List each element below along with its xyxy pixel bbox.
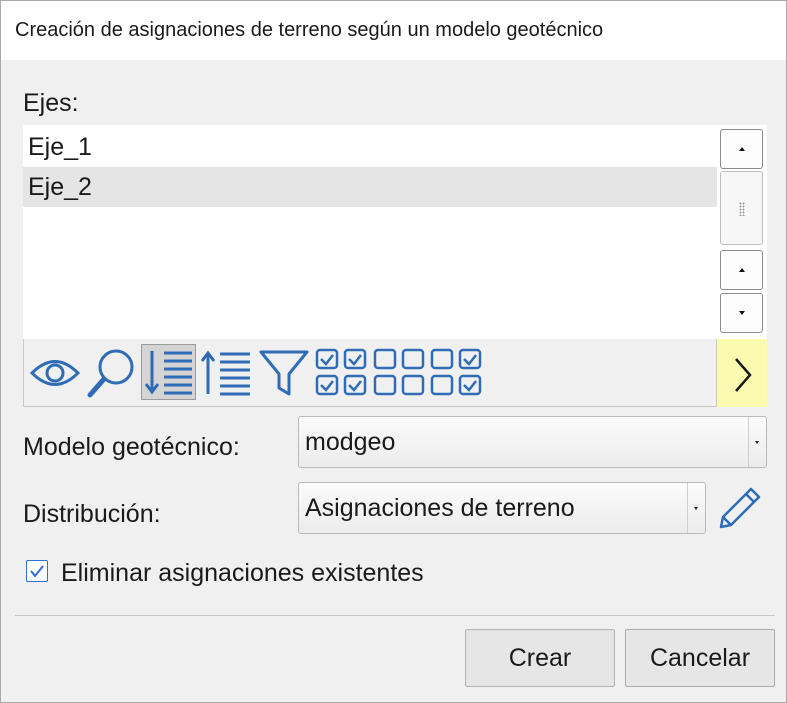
window-title: Creación de asignaciones de terreno segú… <box>15 19 604 41</box>
uncheck-all-button[interactable] <box>372 344 428 400</box>
axes-label: Ejes: <box>23 89 79 117</box>
list-item[interactable]: Eje_2 <box>23 167 717 207</box>
list-item[interactable]: Eje_1 <box>23 127 717 167</box>
list-toolbar <box>23 339 717 407</box>
invert-check-icon <box>430 348 482 396</box>
filter-icon <box>259 350 309 396</box>
pencil-icon <box>719 487 761 529</box>
cancel-button[interactable]: Cancelar <box>625 629 775 687</box>
scroll-down-button[interactable] <box>720 293 763 333</box>
checkmark-icon <box>30 565 44 578</box>
caret-up-icon <box>738 147 745 151</box>
grip-icon <box>739 202 745 216</box>
sort-descending-button[interactable] <box>141 344 196 400</box>
dropdown-arrow-icon <box>687 483 705 533</box>
search-button[interactable] <box>84 344 138 400</box>
sort-descending-icon <box>144 351 192 395</box>
divider <box>15 615 775 616</box>
chevron-right-icon <box>735 358 752 392</box>
axes-list[interactable]: Eje_1 Eje_2 <box>23 125 717 339</box>
check-all-button[interactable] <box>314 344 370 400</box>
distribution-select[interactable]: Asignaciones de terreno <box>298 482 706 534</box>
sort-ascending-icon <box>200 350 250 396</box>
title-bar: Creación de asignaciones de terreno segú… <box>1 1 786 60</box>
caret-up-icon <box>738 268 745 272</box>
delete-existing-checkbox[interactable] <box>26 560 48 582</box>
dialog-window: Creación de asignaciones de terreno segú… <box>0 0 787 703</box>
model-select[interactable]: modgeo <box>298 416 767 468</box>
filter-button[interactable] <box>257 344 311 400</box>
toolbar-next-button[interactable] <box>717 339 767 407</box>
scroll-up-button[interactable] <box>720 250 763 290</box>
scroll-top-button[interactable] <box>720 129 763 169</box>
uncheck-all-icon <box>373 348 425 396</box>
invert-check-button[interactable] <box>429 344 485 400</box>
magnifier-icon <box>87 349 134 398</box>
list-item-label: Eje_1 <box>28 133 92 161</box>
model-select-value: modgeo <box>305 428 396 456</box>
create-button[interactable]: Crear <box>465 629 615 687</box>
distribution-select-value: Asignaciones de terreno <box>305 494 575 522</box>
model-label: Modelo geotécnico: <box>23 433 240 461</box>
sort-ascending-button[interactable] <box>198 344 254 400</box>
edit-distribution-button[interactable] <box>713 483 765 535</box>
eye-icon <box>29 360 81 386</box>
list-item-label: Eje_2 <box>28 173 92 201</box>
distribution-label: Distribución: <box>23 500 161 528</box>
view-button[interactable] <box>28 344 82 400</box>
delete-existing-label[interactable]: Eliminar asignaciones existentes <box>61 559 424 588</box>
caret-down-icon <box>738 311 745 315</box>
check-all-icon <box>315 348 367 396</box>
vertical-scrollbar[interactable] <box>717 125 767 339</box>
dropdown-arrow-icon <box>748 417 766 467</box>
scroll-thumb[interactable] <box>720 171 763 245</box>
